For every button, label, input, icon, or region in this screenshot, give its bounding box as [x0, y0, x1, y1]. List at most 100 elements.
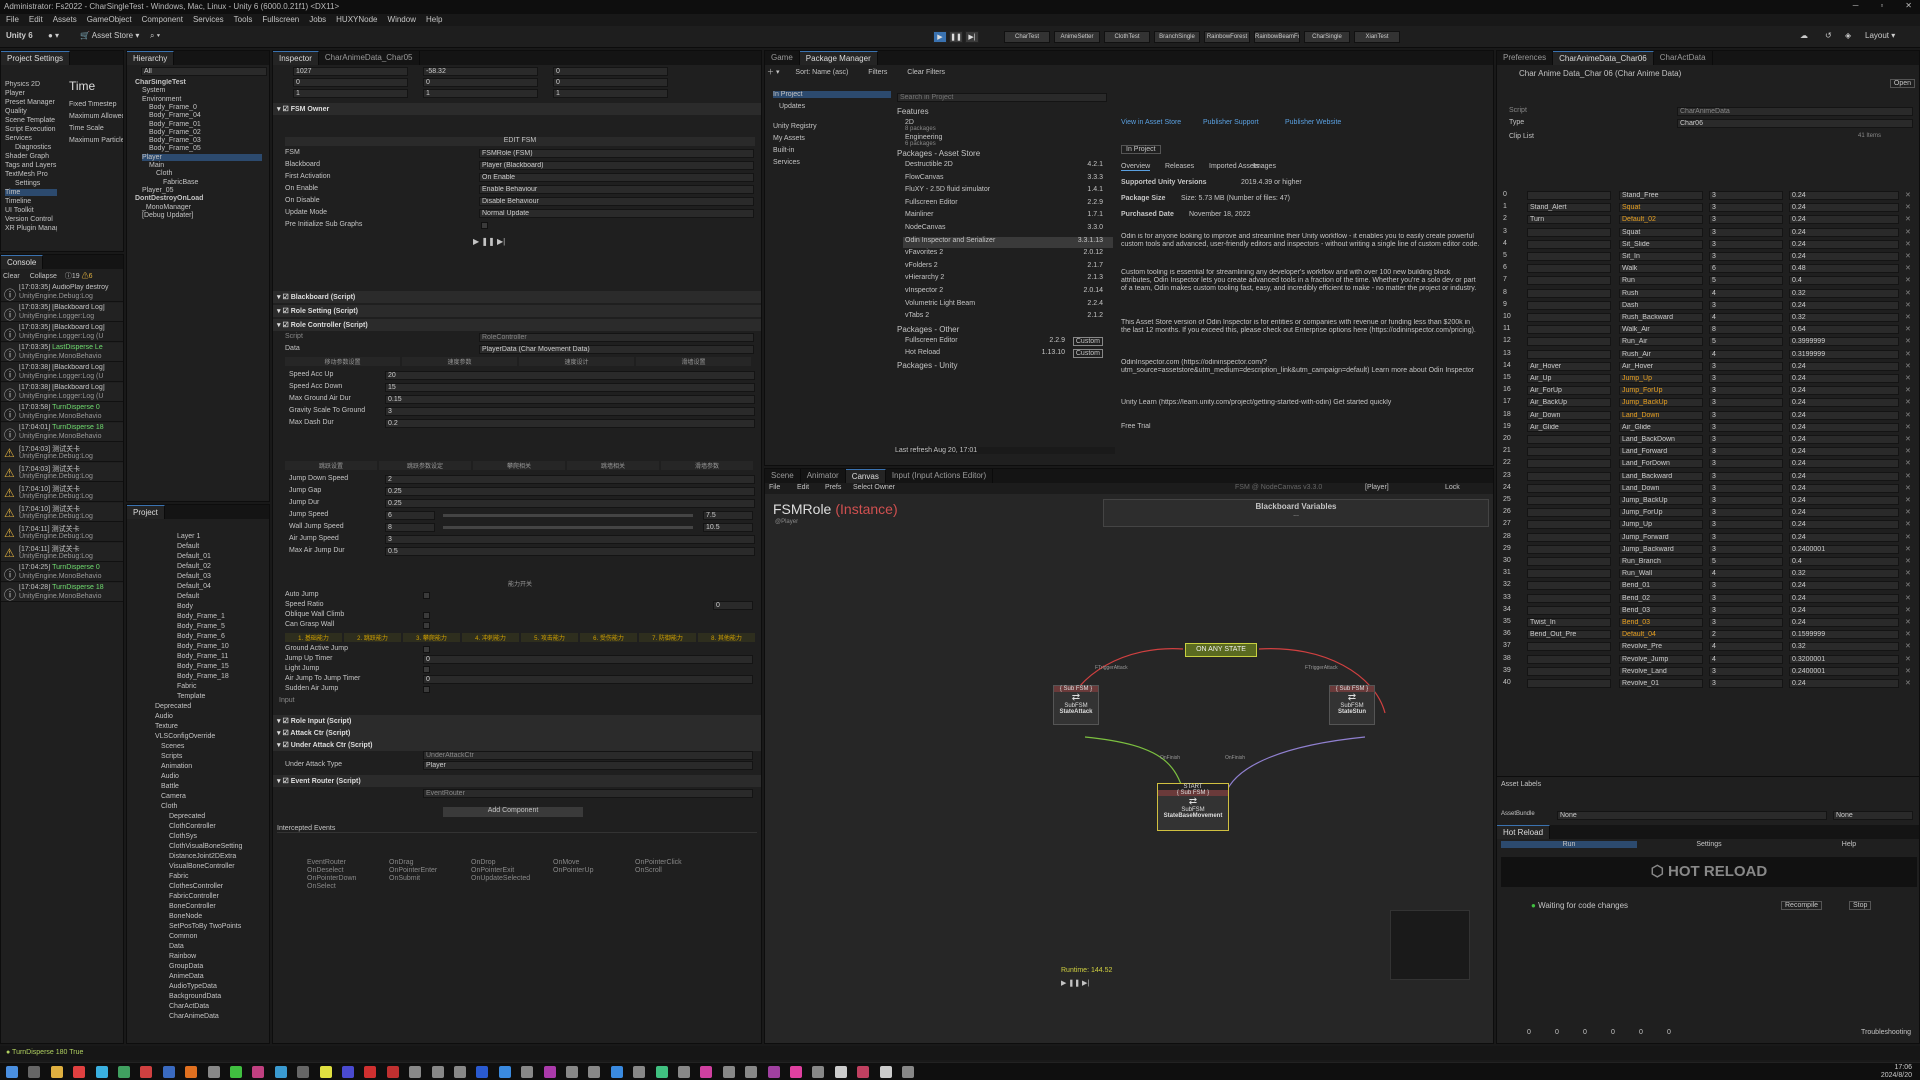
jump-field-value[interactable]: 3: [385, 535, 755, 544]
console-entry[interactable]: ⓘ [17:03:38] [Blackboard Log] UnityEngine.L…: [1, 383, 123, 402]
in-project-dropdown[interactable]: In Project: [1121, 145, 1161, 154]
graph-menu-0[interactable]: File: [769, 484, 780, 491]
taskbar-app-icon[interactable]: [566, 1066, 578, 1078]
sub-fsm-node-1[interactable]: { Sub FSM } ⇄ SubFSM StateStun: [1329, 685, 1375, 725]
row-name-field[interactable]: Air_Glide: [1527, 422, 1611, 432]
taskbar-app-icon[interactable]: [431, 1066, 444, 1078]
hierarchy-item[interactable]: System: [142, 87, 165, 94]
taskbar-app-icon[interactable]: [28, 1066, 41, 1078]
row-clip-field[interactable]: Jump_BackUp: [1619, 398, 1703, 408]
remove-row-icon[interactable]: ✕: [1905, 533, 1911, 541]
row-duration-field[interactable]: 0.24: [1789, 532, 1899, 542]
console-entry[interactable]: ⓘ [17:03:35] [Blackboard Log] UnityEngine.L…: [1, 323, 123, 342]
package-row[interactable]: Mainliner 1.7.1: [903, 211, 1113, 222]
package-link[interactable]: Publisher Support: [1203, 119, 1259, 126]
remove-row-icon[interactable]: ✕: [1905, 581, 1911, 589]
project-item[interactable]: BackgroundData: [169, 993, 221, 1000]
remove-row-icon[interactable]: ✕: [1905, 386, 1911, 394]
layout-button-1[interactable]: AnimeSetter: [1054, 31, 1100, 43]
console-entry[interactable]: ⓘ [17:03:38] [Blackboard Log] UnityEngine.L…: [1, 363, 123, 382]
remove-row-icon[interactable]: ✕: [1905, 240, 1911, 248]
console-entry[interactable]: ⚠ [17:04:10] 测试关卡 UnityEngine.Debug:Log: [1, 483, 123, 502]
row-name-field[interactable]: [1527, 654, 1611, 664]
row-duration-field[interactable]: 0.24: [1789, 239, 1899, 249]
project-item[interactable]: ClothVisualBoneSetting: [169, 843, 242, 850]
row-frames-field[interactable]: 3: [1709, 520, 1783, 530]
row-clip-field[interactable]: Walk_Air: [1619, 325, 1703, 335]
table-row[interactable]: 3 Squat 3 0.24 ✕: [1499, 227, 1919, 239]
row-name-field[interactable]: Air_Down: [1527, 410, 1611, 420]
row-duration-field[interactable]: 0.2400001: [1789, 666, 1899, 676]
project-item[interactable]: Audio: [161, 773, 179, 780]
add-component-button[interactable]: Add Component: [443, 807, 583, 817]
row-name-field[interactable]: [1527, 191, 1611, 200]
row-name-field[interactable]: [1527, 447, 1611, 457]
row-name-field[interactable]: [1527, 337, 1611, 347]
row-duration-field[interactable]: 0.24: [1789, 471, 1899, 481]
table-row[interactable]: 30 Run_Branch 5 0.4 ✕: [1499, 557, 1919, 568]
row-duration-field[interactable]: 0.24: [1789, 191, 1899, 200]
menu-item-gameobject[interactable]: GameObject: [87, 15, 132, 25]
row-duration-field[interactable]: 0.4: [1789, 276, 1899, 286]
row-duration-field[interactable]: 0.32: [1789, 569, 1899, 579]
row-name-field[interactable]: [1527, 276, 1611, 286]
subtab-2[interactable]: 跳墙相关: [567, 461, 659, 470]
variant-dropdown[interactable]: None: [1833, 811, 1913, 820]
row-frames-field[interactable]: 3: [1709, 386, 1783, 396]
row-frames-field[interactable]: 3: [1709, 203, 1783, 213]
table-row[interactable]: 27 Jump_Up 3 0.24 ✕: [1499, 520, 1919, 531]
transform-z-field[interactable]: 1: [553, 89, 668, 98]
row-duration-field[interactable]: 0.24: [1789, 459, 1899, 469]
row-frames-field[interactable]: 4: [1709, 349, 1783, 359]
pre-init-checkbox[interactable]: [481, 222, 488, 229]
row-duration-field[interactable]: 0.24: [1789, 386, 1899, 396]
row-name-field[interactable]: Air_BackUp: [1527, 398, 1611, 408]
settings-item[interactable]: UI Toolkit: [5, 207, 34, 214]
row-name-field[interactable]: Air_Hover: [1527, 361, 1611, 371]
foldout-icon[interactable]: ▾ ☑: [277, 322, 291, 329]
hierarchy-item[interactable]: CharSingleTest: [135, 79, 186, 86]
table-row[interactable]: 22 Land_ForDown 3 0.24 ✕: [1499, 459, 1919, 470]
jump-min-value[interactable]: 8: [385, 523, 435, 532]
clock[interactable]: 17:06 2024/8/20: [1881, 1064, 1912, 1080]
jump-min-value[interactable]: 6: [385, 511, 435, 520]
project-item[interactable]: FabricController: [169, 893, 219, 900]
project-item[interactable]: Deprecated: [169, 813, 205, 820]
row-duration-field[interactable]: 0.24: [1789, 520, 1899, 530]
row-name-field[interactable]: [1527, 471, 1611, 481]
row-duration-field[interactable]: 0.24: [1789, 398, 1899, 408]
lock-toggle[interactable]: Lock: [1445, 484, 1460, 491]
subtab-1[interactable]: 速度设计: [519, 357, 634, 366]
taskbar-app-icon[interactable]: [633, 1066, 646, 1078]
pause-icon[interactable]: ❚❚: [949, 31, 963, 43]
hierarchy-item[interactable]: Body_Frame_04: [149, 112, 201, 119]
row-clip-field[interactable]: Squat: [1619, 227, 1703, 237]
hierarchy-item[interactable]: Body_Frame_02: [149, 129, 201, 136]
row-clip-field[interactable]: Bend_03: [1619, 605, 1703, 615]
taskbar-app-icon[interactable]: [319, 1066, 332, 1078]
package-row[interactable]: NodeCanvas 3.3.0: [903, 224, 1113, 235]
edge-stun-to-base[interactable]: [1224, 736, 1366, 796]
table-row[interactable]: 33 Bend_02 3 0.24 ✕: [1499, 593, 1919, 605]
state-checkbox[interactable]: [423, 666, 430, 673]
remove-row-icon[interactable]: ✕: [1905, 447, 1911, 455]
remove-row-icon[interactable]: ✕: [1905, 228, 1911, 236]
table-row[interactable]: 37 Revolve_Pre 4 0.32 ✕: [1499, 642, 1919, 653]
layers-icon[interactable]: ◈: [1845, 31, 1851, 40]
tab-scene[interactable]: Scene: [765, 469, 801, 483]
package-row[interactable]: vInspector 2 2.0.14: [903, 287, 1113, 298]
row-name-field[interactable]: [1527, 593, 1611, 603]
step-icon[interactable]: ▶|: [965, 31, 979, 43]
project-item[interactable]: Deprecated: [155, 703, 191, 710]
package-source-4[interactable]: Built-in: [773, 147, 891, 154]
row-clip-field[interactable]: Bend_01: [1619, 581, 1703, 591]
foldout-icon[interactable]: ▾ ☑: [277, 730, 290, 737]
play-icon[interactable]: ▶: [933, 31, 947, 43]
row-frames-field[interactable]: 3: [1709, 447, 1783, 457]
remove-row-icon[interactable]: ✕: [1905, 557, 1911, 565]
remove-row-icon[interactable]: ✕: [1905, 289, 1911, 297]
row-duration-field[interactable]: 0.4: [1789, 557, 1899, 566]
row-clip-field[interactable]: Run_Branch: [1619, 557, 1703, 566]
remove-row-icon[interactable]: ✕: [1905, 374, 1911, 382]
runtime-controls[interactable]: ▶ ❚❚ ▶|: [1061, 979, 1089, 987]
